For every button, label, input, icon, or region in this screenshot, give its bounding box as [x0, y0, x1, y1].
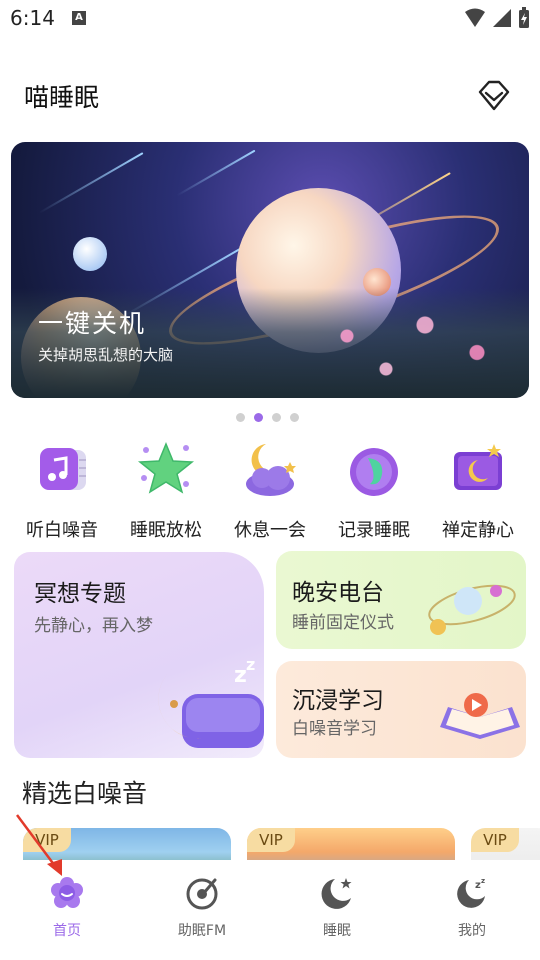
moon-pillow-icon: z z: [158, 655, 264, 748]
status-icons: [464, 7, 530, 29]
moon-frame-icon: [454, 444, 502, 490]
status-time: 6:14: [10, 6, 55, 30]
nav-profile[interactable]: z z 我的: [422, 876, 522, 940]
moon-cloud-icon: [246, 444, 296, 496]
status-bar: 6:14 A: [0, 0, 540, 36]
vip-badge: VIP: [471, 828, 519, 852]
nav-sleep[interactable]: 睡眠: [287, 876, 387, 940]
svg-text:z: z: [234, 663, 247, 688]
card-study-title: 沉浸学习: [292, 688, 384, 714]
banner-subtitle: 关掉胡思乱想的大脑: [38, 346, 174, 364]
book-play-icon: [440, 693, 520, 739]
music-note-icon: [40, 448, 86, 490]
category-sleep-relax[interactable]: 睡眠放松: [114, 440, 218, 542]
category-label: 禅定静心: [442, 520, 514, 541]
nav-label: 助眠FM: [177, 923, 227, 939]
card-study-subtitle: 白噪音学习: [292, 719, 377, 739]
section-title-featured: 精选白噪音: [22, 779, 148, 808]
banner-title: 一键关机: [38, 309, 147, 338]
card-radio-title: 晚安电台: [292, 580, 384, 606]
app-title: 喵睡眠: [24, 83, 100, 112]
nav-fm[interactable]: 助眠FM: [152, 876, 252, 940]
planet-orbit-icon: [428, 584, 516, 635]
nav-label: 睡眠: [323, 923, 351, 939]
banner-planet-small: [73, 237, 107, 271]
battery-icon: [519, 7, 529, 28]
wifi-icon: [465, 8, 485, 27]
carousel-dot: [272, 413, 281, 422]
notification-a-icon: A: [72, 11, 86, 25]
bottom-nav: 首页 助眠FM 睡眠 z z 我的: [0, 860, 540, 960]
vip-badge: VIP: [247, 828, 295, 852]
category-white-noise[interactable]: 听白噪音: [10, 440, 114, 542]
signal-icon: [493, 9, 511, 27]
star-icon: [137, 442, 195, 494]
category-sleep-record[interactable]: 记录睡眠: [322, 440, 426, 542]
profile-moon-icon: z z: [457, 877, 485, 908]
svg-text:z: z: [246, 655, 255, 674]
category-label: 听白噪音: [26, 520, 98, 541]
svg-text:z: z: [481, 877, 485, 885]
category-rest[interactable]: 休息一会: [218, 440, 322, 542]
nav-label: 我的: [458, 923, 486, 939]
category-label: 记录睡眠: [338, 520, 410, 541]
category-meditate[interactable]: 禅定静心: [426, 440, 530, 542]
sleep-record-icon: [350, 448, 398, 496]
nav-home[interactable]: 首页: [17, 876, 117, 940]
carousel-dot-active: [254, 413, 263, 422]
diamond-icon[interactable]: [476, 78, 512, 112]
category-label: 休息一会: [234, 520, 306, 541]
fm-disc-icon: [186, 878, 218, 910]
card-radio-subtitle: 睡前固定仪式: [292, 613, 394, 633]
carousel-dot: [290, 413, 299, 422]
carousel-indicator: [236, 413, 299, 422]
annotation-arrow: [15, 814, 62, 876]
nav-label: 首页: [53, 923, 81, 939]
category-label: 睡眠放松: [130, 520, 202, 541]
carousel-dot: [236, 413, 245, 422]
card-meditation-subtitle: 先静心，再入梦: [34, 616, 153, 636]
card-meditation-title: 冥想专题: [34, 581, 126, 607]
moon-star-icon: [321, 878, 352, 909]
